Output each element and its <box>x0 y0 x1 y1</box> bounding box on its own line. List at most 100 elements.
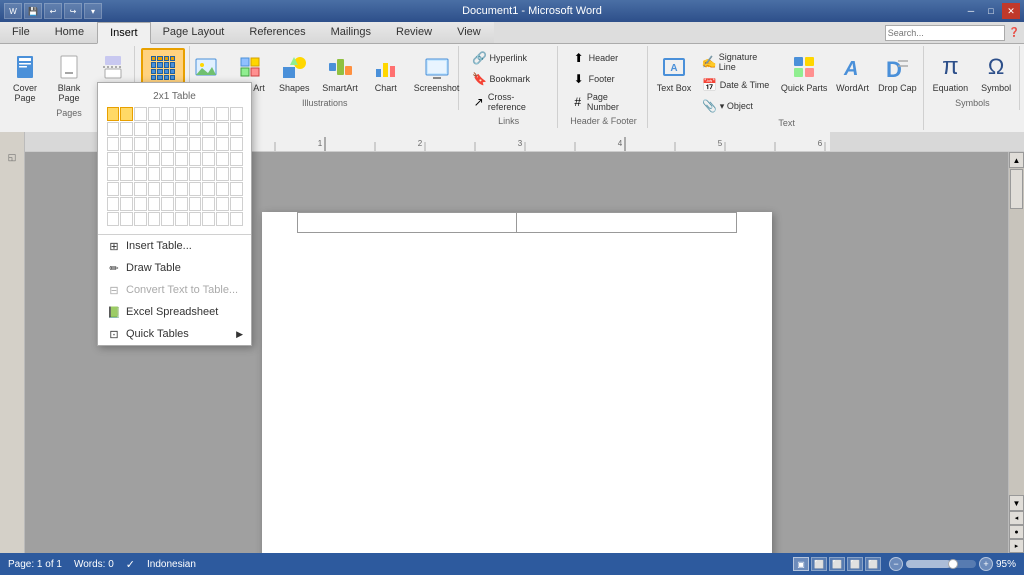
grid-cell[interactable] <box>216 197 229 211</box>
screenshot-btn[interactable]: Screenshot <box>409 48 465 96</box>
grid-cell[interactable] <box>120 152 133 166</box>
outline-btn[interactable]: ⬜ <box>847 557 863 571</box>
grid-cell[interactable] <box>148 212 161 226</box>
tab-mailings[interactable]: Mailings <box>319 22 384 43</box>
grid-cell[interactable] <box>216 107 229 121</box>
grid-cell[interactable] <box>161 167 174 181</box>
grid-cell[interactable] <box>134 152 147 166</box>
next-page-btn[interactable]: ▸ <box>1009 539 1024 553</box>
minimize-btn[interactable]: ─ <box>962 3 980 19</box>
tab-insert[interactable]: Insert <box>97 22 151 44</box>
grid-cell[interactable] <box>120 197 133 211</box>
grid-cell[interactable] <box>202 137 215 151</box>
grid-cell[interactable] <box>216 122 229 136</box>
grid-cell[interactable] <box>202 152 215 166</box>
grid-cell[interactable] <box>161 212 174 226</box>
grid-cell[interactable] <box>175 122 188 136</box>
zoom-out-btn[interactable]: − <box>889 557 903 571</box>
print-layout-btn[interactable]: ▣ <box>793 557 809 571</box>
grid-cell[interactable] <box>230 152 243 166</box>
grid-cell[interactable] <box>216 212 229 226</box>
zoom-level[interactable]: 95% <box>996 559 1016 570</box>
grid-cell[interactable] <box>230 197 243 211</box>
grid-cell[interactable] <box>120 212 133 226</box>
grid-cell[interactable] <box>161 182 174 196</box>
hyperlink-btn[interactable]: 🔗 Hyperlink <box>467 48 551 68</box>
select-browse-btn[interactable]: ● <box>1009 525 1024 539</box>
coverpage-btn[interactable]: Cover Page <box>4 48 46 106</box>
scroll-up-btn[interactable]: ▲ <box>1009 152 1024 168</box>
grid-cell[interactable] <box>175 137 188 151</box>
table-cell-2[interactable] <box>517 213 737 233</box>
header-btn[interactable]: ⬆ Header <box>566 48 642 68</box>
grid-cell[interactable] <box>230 167 243 181</box>
grid-cell[interactable] <box>230 107 243 121</box>
save-quick-btn[interactable]: 💾 <box>24 3 42 19</box>
symbol-btn[interactable]: Ω Symbol <box>975 48 1017 96</box>
help-btn[interactable]: ❓ <box>1009 27 1020 38</box>
grid-cell[interactable] <box>175 197 188 211</box>
close-btn[interactable]: ✕ <box>1002 3 1020 19</box>
grid-cell[interactable] <box>148 197 161 211</box>
grid-cell[interactable] <box>230 212 243 226</box>
equation-btn[interactable]: π Equation <box>928 48 974 96</box>
grid-cell[interactable] <box>202 197 215 211</box>
grid-cell[interactable] <box>230 137 243 151</box>
crossref-btn[interactable]: ↗ Cross-reference <box>467 90 551 114</box>
textbox-btn[interactable]: A Text Box <box>653 48 695 96</box>
bookmark-btn[interactable]: 🔖 Bookmark <box>467 69 551 89</box>
grid-cell[interactable] <box>120 122 133 136</box>
ribbon-search[interactable] <box>885 25 1005 41</box>
grid-cell[interactable] <box>107 107 120 121</box>
scroll-down-btn[interactable]: ▼ <box>1009 495 1024 511</box>
grid-cell[interactable] <box>134 212 147 226</box>
table-cell-1[interactable] <box>297 213 517 233</box>
grid-cell[interactable] <box>216 137 229 151</box>
chart-btn[interactable]: Chart <box>365 48 407 96</box>
grid-cell[interactable] <box>161 107 174 121</box>
grid-cell[interactable] <box>189 182 202 196</box>
maximize-btn[interactable]: □ <box>982 3 1000 19</box>
grid-cell[interactable] <box>120 137 133 151</box>
grid-cell[interactable] <box>175 182 188 196</box>
grid-cell[interactable] <box>175 107 188 121</box>
grid-cell[interactable] <box>202 107 215 121</box>
grid-cell[interactable] <box>175 152 188 166</box>
signatureline-btn[interactable]: ✍ Signature Line <box>697 50 776 74</box>
grid-cell[interactable] <box>189 137 202 151</box>
dropcap-btn[interactable]: D Drop Cap <box>875 48 920 96</box>
scroll-track[interactable] <box>1009 168 1024 495</box>
web-layout-btn[interactable]: ⬜ <box>829 557 845 571</box>
grid-cell[interactable] <box>148 182 161 196</box>
grid-cell[interactable] <box>189 122 202 136</box>
grid-cell[interactable] <box>134 107 147 121</box>
draft-btn[interactable]: ⬜ <box>865 557 881 571</box>
grid-cell[interactable] <box>175 212 188 226</box>
grid-cell[interactable] <box>120 167 133 181</box>
grid-cell[interactable] <box>202 167 215 181</box>
grid-cell[interactable] <box>202 122 215 136</box>
grid-cell[interactable] <box>148 122 161 136</box>
grid-cell[interactable] <box>148 107 161 121</box>
grid-cell[interactable] <box>107 197 120 211</box>
grid-cell[interactable] <box>161 137 174 151</box>
grid-cell[interactable] <box>202 212 215 226</box>
full-screen-btn[interactable]: ⬜ <box>811 557 827 571</box>
quickparts-btn[interactable]: Quick Parts <box>778 48 831 96</box>
grid-cell[interactable] <box>161 197 174 211</box>
grid-cell[interactable] <box>216 182 229 196</box>
grid-cell[interactable] <box>107 137 120 151</box>
redo-quick-btn[interactable]: ↪ <box>64 3 82 19</box>
grid-cell[interactable] <box>134 167 147 181</box>
grid-cell[interactable] <box>148 152 161 166</box>
excel-spreadsheet-item[interactable]: 📗 Excel Spreadsheet <box>98 301 251 323</box>
undo-quick-btn[interactable]: ↩ <box>44 3 62 19</box>
tab-review[interactable]: Review <box>384 22 445 43</box>
draw-table-item[interactable]: ✏ Draw Table <box>98 257 251 279</box>
language[interactable]: Indonesian <box>147 559 196 570</box>
grid-cell[interactable] <box>134 182 147 196</box>
grid-cell[interactable] <box>175 167 188 181</box>
grid-cell[interactable] <box>202 182 215 196</box>
tab-references[interactable]: References <box>237 22 318 43</box>
wordart-btn[interactable]: A WordArt <box>833 48 873 96</box>
